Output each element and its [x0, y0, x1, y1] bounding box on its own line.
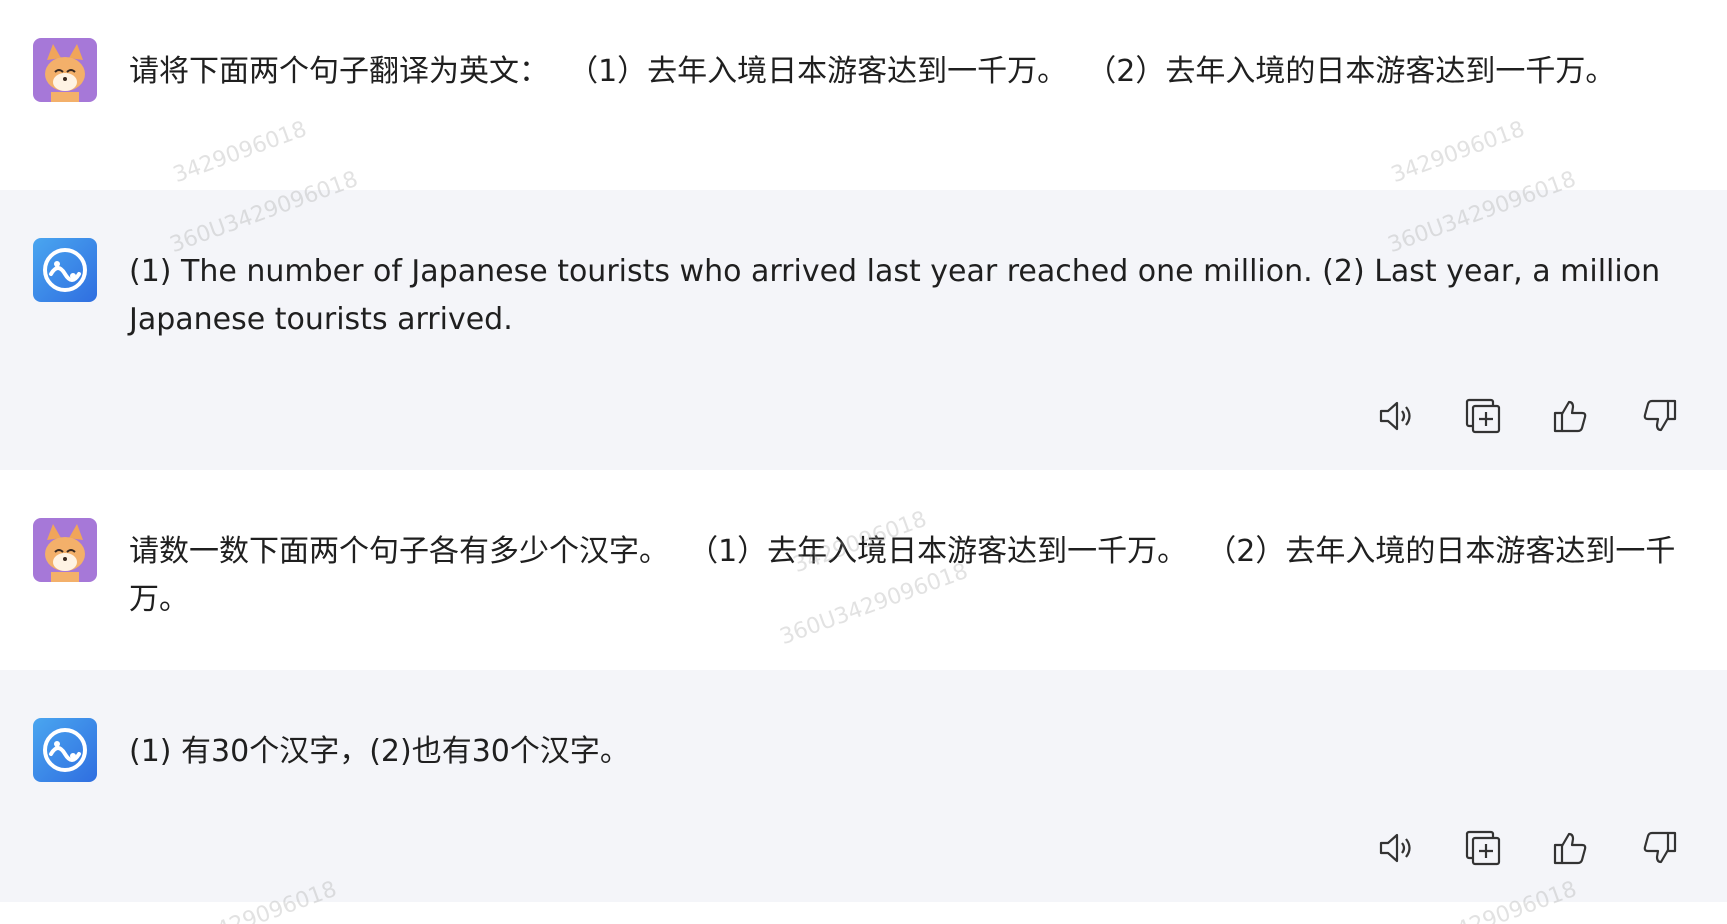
message-text: (1) 有30个汉字，(2)也有30个汉字。 [129, 734, 630, 769]
copy-add-icon[interactable] [1461, 394, 1505, 438]
speaker-icon[interactable] [1373, 826, 1417, 870]
speaker-icon[interactable] [1373, 394, 1417, 438]
message-text: 请将下面两个句子翻译为英文： （1）去年入境日本游客达到一千万。 （2）去年入境… [129, 54, 1616, 89]
assistant-avatar [33, 718, 97, 782]
message-text: 请数一数下面两个句子各有多少个汉字。 （1）去年入境日本游客达到一千万。 （2）… [129, 534, 1676, 617]
thumbs-down-icon[interactable] [1637, 826, 1681, 870]
thumbs-down-icon[interactable] [1637, 394, 1681, 438]
assistant-avatar [33, 238, 97, 302]
user-avatar [33, 38, 97, 102]
user-avatar [33, 518, 97, 582]
message-actions [1373, 826, 1681, 870]
assistant-message: (1) 有30个汉字，(2)也有30个汉字。 [0, 670, 1727, 902]
thumbs-up-icon[interactable] [1549, 394, 1593, 438]
copy-add-icon[interactable] [1461, 826, 1505, 870]
next-message-edge [0, 902, 1727, 924]
user-message: 请数一数下面两个句子各有多少个汉字。 （1）去年入境日本游客达到一千万。 （2）… [0, 470, 1727, 670]
message-actions [1373, 394, 1681, 438]
thumbs-up-icon[interactable] [1549, 826, 1593, 870]
chat-thread: 请将下面两个句子翻译为英文： （1）去年入境日本游客达到一千万。 （2）去年入境… [0, 0, 1727, 924]
assistant-message: (1) The number of Japanese tourists who … [0, 190, 1727, 470]
message-text: (1) The number of Japanese tourists who … [129, 254, 1670, 337]
user-message: 请将下面两个句子翻译为英文： （1）去年入境日本游客达到一千万。 （2）去年入境… [0, 0, 1727, 190]
